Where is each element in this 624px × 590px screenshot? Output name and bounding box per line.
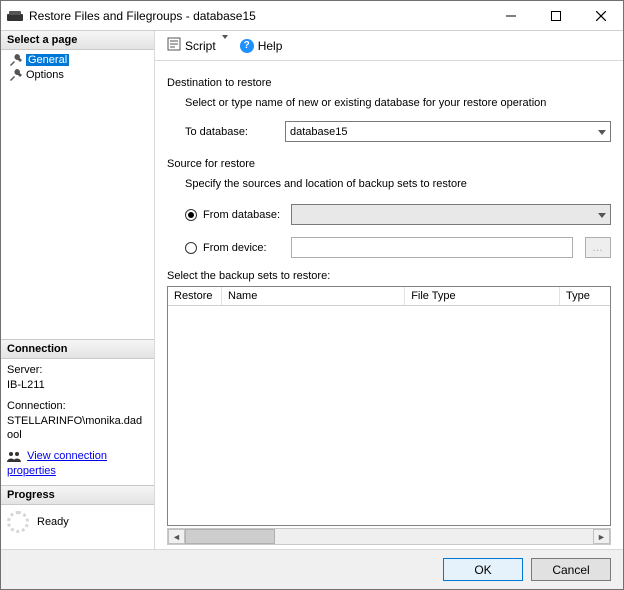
page-nav-list: General Options: [1, 50, 154, 84]
to-database-combo[interactable]: database15: [285, 121, 611, 142]
scroll-left-button[interactable]: ◄: [168, 529, 185, 544]
scroll-right-button[interactable]: ►: [593, 529, 610, 544]
content-area: Destination to restore Select or type na…: [155, 61, 623, 549]
cancel-button[interactable]: Cancel: [531, 558, 611, 581]
select-page-header: Select a page: [1, 31, 154, 50]
help-icon: ?: [240, 39, 254, 53]
nav-label: Options: [26, 69, 64, 81]
grid-header-row: Restore Name File Type Type: [168, 287, 610, 306]
left-pane: Select a page General Options Connection: [1, 31, 155, 549]
help-button[interactable]: ? Help: [236, 37, 287, 55]
dialog-body: Select a page General Options Connection: [1, 31, 623, 549]
col-file-type[interactable]: File Type: [405, 287, 560, 305]
col-type[interactable]: Type: [560, 287, 610, 305]
title-bar: Restore Files and Filegroups - database1…: [1, 1, 623, 31]
scroll-track[interactable]: [185, 529, 593, 544]
window-title: Restore Files and Filegroups - database1…: [29, 9, 488, 23]
server-value: IB-L211: [7, 378, 148, 393]
col-restore[interactable]: Restore: [168, 287, 222, 305]
col-name[interactable]: Name: [222, 287, 405, 305]
horizontal-scrollbar[interactable]: ◄ ►: [167, 528, 611, 545]
dialog-window: Restore Files and Filegroups - database1…: [0, 0, 624, 590]
progress-header: Progress: [1, 485, 154, 505]
backup-sets-area: Restore Name File Type Type ◄ ►: [167, 286, 611, 545]
script-icon: [167, 37, 181, 54]
from-device-label: From device:: [203, 242, 267, 254]
progress-body: Ready: [1, 505, 154, 549]
wrench-icon: [9, 68, 22, 81]
cancel-label: Cancel: [552, 563, 589, 577]
source-subtitle: Specify the sources and location of back…: [185, 178, 611, 190]
connection-value: STELLARINFO\monika.dadool: [7, 414, 148, 444]
view-connection-row: View connection properties: [7, 449, 148, 479]
script-label: Script: [185, 39, 216, 53]
ok-label: OK: [474, 563, 491, 577]
backup-sets-grid[interactable]: Restore Name File Type Type: [167, 286, 611, 526]
wrench-icon: [9, 53, 22, 66]
dialog-footer: OK Cancel: [1, 549, 623, 589]
from-database-radio[interactable]: [185, 209, 197, 221]
from-database-combo[interactable]: [291, 204, 611, 225]
nav-item-general[interactable]: General: [1, 52, 154, 67]
progress-spinner-icon: [7, 511, 29, 533]
help-label: Help: [258, 39, 283, 53]
people-icon: [7, 451, 21, 462]
to-database-value: database15: [290, 126, 348, 138]
from-device-input[interactable]: [291, 237, 573, 258]
from-database-label: From database:: [203, 209, 280, 221]
window-controls: [488, 1, 623, 30]
source-title: Source for restore: [167, 158, 611, 170]
spacer: [1, 84, 154, 339]
connection-label: Connection:: [7, 399, 148, 414]
nav-item-options[interactable]: Options: [1, 67, 154, 82]
ok-button[interactable]: OK: [443, 558, 523, 581]
view-connection-properties-link[interactable]: View connection properties: [7, 450, 107, 477]
script-button[interactable]: Script: [163, 35, 232, 56]
scroll-thumb[interactable]: [185, 529, 275, 544]
right-pane: Script ? Help Destination to restore Sel…: [155, 31, 623, 549]
from-database-row: From database:: [185, 204, 611, 225]
app-icon: [7, 10, 23, 22]
progress-status: Ready: [37, 516, 69, 528]
toolbar: Script ? Help: [155, 31, 623, 61]
server-label: Server:: [7, 363, 148, 378]
minimize-button[interactable]: [488, 1, 533, 30]
to-database-row: To database: database15: [185, 121, 611, 142]
to-database-label: To database:: [185, 126, 277, 138]
ellipsis-icon: …: [592, 242, 604, 254]
from-device-radio[interactable]: [185, 242, 197, 254]
nav-label: General: [26, 54, 69, 66]
connection-header: Connection: [1, 339, 154, 359]
close-button[interactable]: [578, 1, 623, 30]
from-device-row: From device: …: [185, 237, 611, 258]
chevron-down-icon: [598, 213, 606, 218]
chevron-down-icon: [220, 39, 228, 53]
chevron-down-icon: [598, 130, 606, 135]
connection-info: Server: IB-L211 Connection: STELLARINFO\…: [1, 359, 154, 485]
destination-title: Destination to restore: [167, 77, 611, 89]
maximize-button[interactable]: [533, 1, 578, 30]
browse-device-button[interactable]: …: [585, 237, 611, 258]
destination-subtitle: Select or type name of new or existing d…: [185, 97, 611, 109]
select-backup-sets-label: Select the backup sets to restore:: [167, 270, 611, 282]
